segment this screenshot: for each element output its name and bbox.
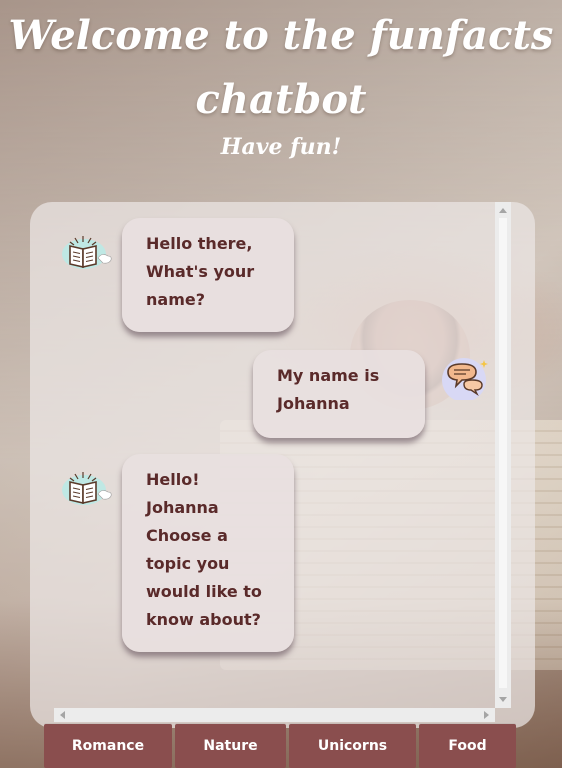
- scroll-right-icon[interactable]: [484, 711, 489, 719]
- user-avatar: [440, 354, 494, 402]
- open-book-icon: [62, 236, 112, 269]
- speech-bubbles-icon: [442, 358, 488, 402]
- topic-button-romance[interactable]: Romance: [44, 724, 172, 768]
- scroll-up-icon[interactable]: [499, 208, 507, 213]
- bot-avatar: [58, 464, 112, 510]
- topic-button-unicorns[interactable]: Unicorns: [289, 724, 416, 768]
- user-message: My name is Johanna: [253, 350, 425, 438]
- horizontal-scrollbar[interactable]: [54, 708, 495, 722]
- vertical-scrollbar[interactable]: [495, 202, 511, 708]
- topic-button-food[interactable]: Food: [419, 724, 516, 768]
- bot-message: Hello there, What's your name?: [122, 218, 294, 332]
- scroll-left-icon[interactable]: [60, 711, 65, 719]
- bot-message: Hello! Johanna Choose a topic you would …: [122, 454, 294, 652]
- open-book-icon: [62, 472, 112, 505]
- scroll-down-icon[interactable]: [499, 697, 507, 702]
- page-subtitle: Have fun!: [220, 134, 342, 160]
- chat-window[interactable]: Hello there, What's your name? My name i…: [30, 202, 535, 728]
- topic-buttons: Romance Nature Unicorns Food: [44, 724, 562, 768]
- scrollbar-thumb[interactable]: [499, 218, 507, 688]
- bot-avatar: [58, 228, 112, 274]
- page-title: Welcome to the funfacts chatbot: [8, 12, 554, 123]
- topic-button-nature[interactable]: Nature: [175, 724, 286, 768]
